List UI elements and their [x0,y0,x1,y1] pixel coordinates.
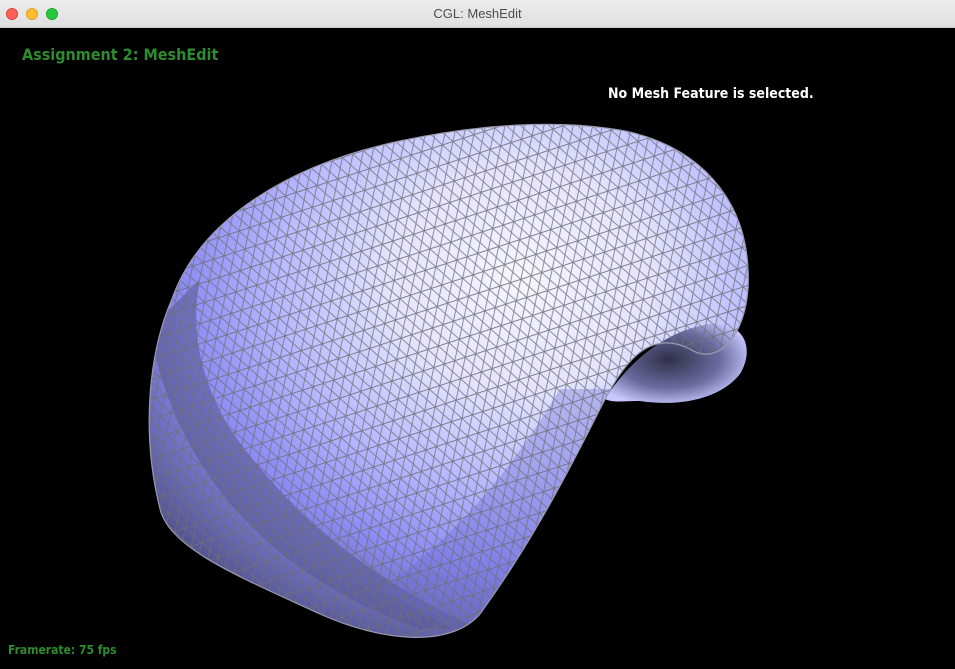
mesh-viewport[interactable]: Assignment 2: MeshEdit No Mesh Feature i… [0,29,955,669]
assignment-title: Assignment 2: MeshEdit [22,45,219,64]
mesh-body [148,123,749,638]
framerate-readout: Framerate: 75 fps [8,643,117,657]
window-title: CGL: MeshEdit [433,6,522,21]
selection-status: No Mesh Feature is selected. [608,86,814,102]
title-bar[interactable]: CGL: MeshEdit [0,0,955,28]
mesh-render[interactable] [0,29,955,669]
app-window: CGL: MeshEdit Assignment 2: MeshEdit No … [0,0,955,669]
